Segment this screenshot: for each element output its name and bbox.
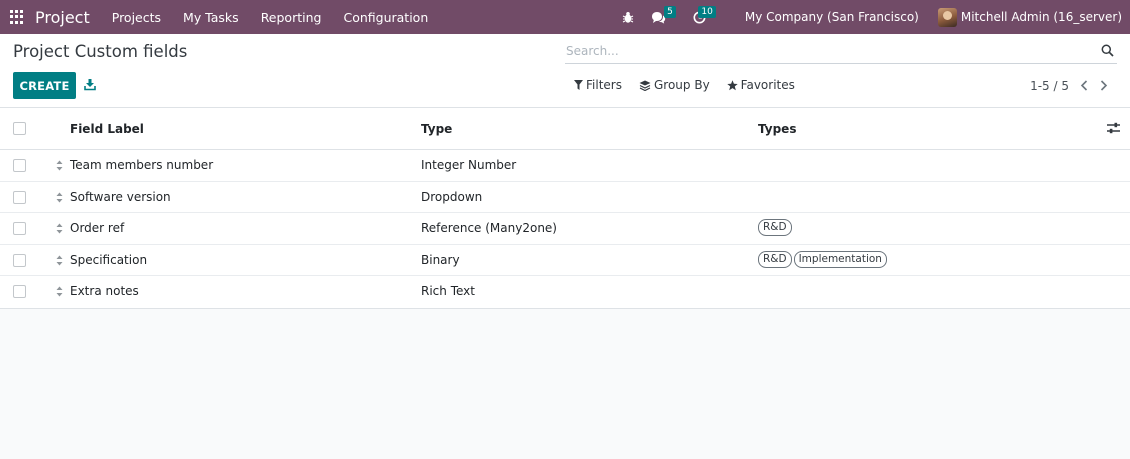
tag-badge: Implementation <box>793 250 887 268</box>
table-row[interactable]: Order ref Reference (Many2one) R&D <box>0 213 1130 245</box>
star-icon <box>726 79 738 90</box>
tag-badge: R&D <box>758 219 792 236</box>
field-label-cell: Extra notes <box>70 284 139 298</box>
type-cell: Dropdown <box>421 189 483 204</box>
pager-value[interactable]: 1-5 / 5 <box>1030 79 1069 93</box>
row-checkbox[interactable] <box>13 222 26 235</box>
column-header-type[interactable]: Type <box>421 122 452 136</box>
search-icon[interactable] <box>1101 44 1115 58</box>
type-cell: Reference (Many2one) <box>421 221 557 235</box>
row-checkbox[interactable] <box>13 253 26 267</box>
drag-handle-icon[interactable] <box>56 255 63 266</box>
type-cell: Integer Number <box>421 158 517 172</box>
page-title: Project Custom fields <box>13 42 188 61</box>
pager-previous-icon[interactable] <box>1080 80 1090 92</box>
menu-item-projects[interactable]: Projects <box>101 10 172 25</box>
field-label-cell: Team members number <box>70 158 214 172</box>
table-row[interactable]: Specification Binary R&D Implementation <box>0 245 1130 276</box>
field-label-cell: Order ref <box>70 221 125 235</box>
filters-button[interactable]: Filters <box>574 78 622 92</box>
type-cell: Binary <box>421 252 460 267</box>
control-panel: Project Custom fields CREATE Filters <box>0 34 1130 108</box>
company-switcher[interactable]: My Company (San Francisco) <box>745 10 919 24</box>
app-name[interactable]: Project <box>35 8 90 27</box>
list-view: Field Label Type Types Team members numb… <box>0 108 1130 309</box>
user-menu[interactable]: Mitchell Admin (16_server) <box>937 7 1122 27</box>
row-checkbox[interactable] <box>13 285 26 298</box>
table-header: Field Label Type Types <box>0 108 1130 150</box>
search-input[interactable] <box>565 40 1085 62</box>
app-menu-icon[interactable] <box>10 10 24 24</box>
avatar <box>937 7 957 27</box>
menu-item-configuration[interactable]: Configuration <box>332 10 439 25</box>
favorites-label: Favorites <box>740 78 795 92</box>
menu-item-my-tasks[interactable]: My Tasks <box>172 10 250 25</box>
activities-icon[interactable]: 10 <box>693 0 716 34</box>
group-by-label: Group By <box>653 78 710 92</box>
top-navbar: Project Projects My Tasks Reporting Conf… <box>0 0 1130 34</box>
column-header-types[interactable]: Types <box>758 122 796 136</box>
activities-badge: 10 <box>698 6 716 18</box>
types-tags: R&D Implementation <box>758 250 889 268</box>
user-name: Mitchell Admin (16_server) <box>960 10 1122 24</box>
search-box <box>565 40 1117 64</box>
search-options: Filters Group By Favorites <box>574 78 812 92</box>
group-by-button[interactable]: Group By <box>639 78 710 92</box>
filter-icon <box>574 80 583 90</box>
type-cell: Rich Text <box>421 284 475 298</box>
menu-item-reporting[interactable]: Reporting <box>250 10 333 25</box>
filters-label: Filters <box>586 78 622 92</box>
messages-badge: 5 <box>664 6 676 18</box>
optional-columns-icon[interactable] <box>1107 122 1120 134</box>
column-header-field-label[interactable]: Field Label <box>70 122 144 136</box>
main-menu: Projects My Tasks Reporting Configuratio… <box>101 10 440 25</box>
bug-icon[interactable] <box>621 0 635 34</box>
types-tags: R&D <box>758 219 794 236</box>
layers-icon <box>639 80 651 91</box>
drag-handle-icon[interactable] <box>56 160 63 171</box>
table-row[interactable]: Software version Dropdown <box>0 182 1130 213</box>
row-checkbox[interactable] <box>13 190 26 204</box>
row-checkbox[interactable] <box>13 159 26 172</box>
favorites-button[interactable]: Favorites <box>726 78 795 92</box>
messages-icon[interactable]: 5 <box>651 0 676 34</box>
field-label-cell: Specification <box>70 252 148 267</box>
create-button[interactable]: CREATE <box>13 72 76 99</box>
download-icon[interactable] <box>84 78 98 92</box>
table-row[interactable]: Extra notes Rich Text <box>0 276 1130 308</box>
drag-handle-icon[interactable] <box>56 192 63 203</box>
table-row[interactable]: Team members number Integer Number <box>0 150 1130 182</box>
field-label-cell: Software version <box>70 189 171 204</box>
tag-badge: R&D <box>758 250 792 268</box>
drag-handle-icon[interactable] <box>56 223 63 234</box>
select-all-checkbox[interactable] <box>13 122 26 135</box>
pager-next-icon[interactable] <box>1100 80 1110 92</box>
drag-handle-icon[interactable] <box>56 286 63 297</box>
